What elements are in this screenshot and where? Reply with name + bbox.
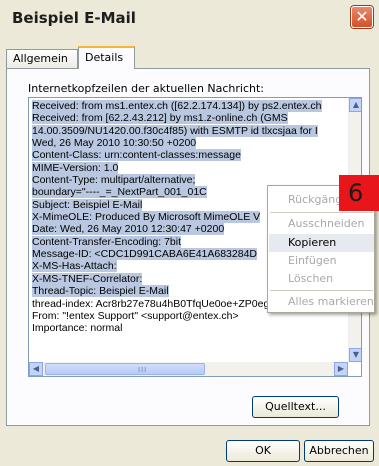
scroll-left-icon[interactable]: ◀ <box>29 362 43 376</box>
header-line-text: Message-ID: <CDC1D991CABA6E41A683284D <box>32 248 257 261</box>
header-line-text: Wed, 26 May 2010 10:30:50 +0200 <box>32 137 197 150</box>
scroll-down-icon[interactable]: ▼ <box>349 348 361 362</box>
title-bar: Beispiel E-Mail ✕ <box>0 0 379 40</box>
header-line-text: 14.00.3509/NU1420.00.f30c4f85) with ESMT… <box>32 124 318 137</box>
header-line-text: X-MS-Has-Attach: <box>32 260 117 273</box>
header-line-text: Received: from [62.2.43.212] by ms1.z-on… <box>32 112 288 125</box>
header-line-text: Importance: normal <box>32 322 123 335</box>
header-line[interactable]: Importance: normal <box>32 322 346 334</box>
horizontal-scrollbar[interactable]: ◀ III ▶ <box>29 362 348 376</box>
cancel-button[interactable]: Abbrechen <box>304 440 374 462</box>
ok-button[interactable]: OK <box>226 440 300 462</box>
step-badge: 6 <box>339 175 379 211</box>
context-menu-item-ausschneiden[interactable]: Ausschneiden <box>269 215 374 233</box>
header-line-text: From: "!entex Support" <support@entex.ch… <box>32 309 239 322</box>
quelltext-button[interactable]: Quelltext... <box>252 396 339 418</box>
header-line[interactable]: Received: from [62.2.43.212] by ms1.z-on… <box>32 112 346 125</box>
header-line-text: boundary="----_=_NextPart_001_01C <box>32 186 207 199</box>
scroll-grip-icon: III <box>138 366 148 374</box>
header-line-text: Subject: Beispiel E-Mail <box>32 198 143 211</box>
header-line-text: thread-index: Acr8rb27e78u4hB0TfqUe0oe+Z… <box>32 297 282 310</box>
headers-label: Internetkopfzeilen der aktuellen Nachric… <box>28 82 265 95</box>
context-menu-separator <box>270 212 373 213</box>
header-line-text: Thread-Topic: Beispiel E-Mail <box>32 285 169 298</box>
header-line-text: Content-Transfer-Encoding: 7bit <box>32 235 182 248</box>
header-line-text: Received: from ms1.entex.ch ([62.2.174.1… <box>32 100 322 112</box>
scroll-up-icon[interactable]: ▲ <box>349 98 361 112</box>
context-menu-item-kopieren[interactable]: Kopieren <box>269 234 374 252</box>
header-line[interactable]: Wed, 26 May 2010 10:30:50 +0200 <box>32 137 346 150</box>
horizontal-scroll-thumb[interactable]: III <box>45 363 205 375</box>
close-icon[interactable]: ✕ <box>351 6 373 28</box>
tab-details[interactable]: Details <box>78 46 135 69</box>
header-line-text: X-MimeOLE: Produced By Microsoft MimeOLE… <box>32 211 261 224</box>
header-line[interactable]: MIME-Version: 1.0 <box>32 161 346 174</box>
header-line[interactable]: Content-Class: urn:content-classes:messa… <box>32 149 346 162</box>
header-line-text: MIME-Version: 1.0 <box>32 161 119 174</box>
header-line-text: Content-Class: urn:content-classes:messa… <box>32 149 241 162</box>
dialog-window: Beispiel E-Mail ✕ Allgemein Details Inte… <box>0 0 379 466</box>
header-line-text: Content-Type: multipart/alternative; <box>32 174 196 187</box>
context-menu-item-alles-markieren[interactable]: Alles markieren <box>269 293 374 311</box>
tab-allgemein[interactable]: Allgemein <box>6 49 78 68</box>
header-line[interactable]: Received: from ms1.entex.ch ([62.2.174.1… <box>32 100 346 112</box>
scroll-right-icon[interactable]: ▶ <box>334 362 348 376</box>
context-menu-item-löschen[interactable]: Löschen <box>269 270 374 288</box>
context-menu-item-einfügen[interactable]: Einfügen <box>269 252 374 270</box>
header-line-text: X-MS-TNEF-Correlator: <box>32 272 143 285</box>
window-title: Beispiel E-Mail <box>12 9 136 27</box>
header-line[interactable]: 14.00.3509/NU1420.00.f30c4f85) with ESMT… <box>32 124 346 137</box>
header-line-text: Date: Wed, 26 May 2010 12:30:47 +0200 <box>32 223 225 236</box>
context-menu-separator <box>270 290 373 291</box>
